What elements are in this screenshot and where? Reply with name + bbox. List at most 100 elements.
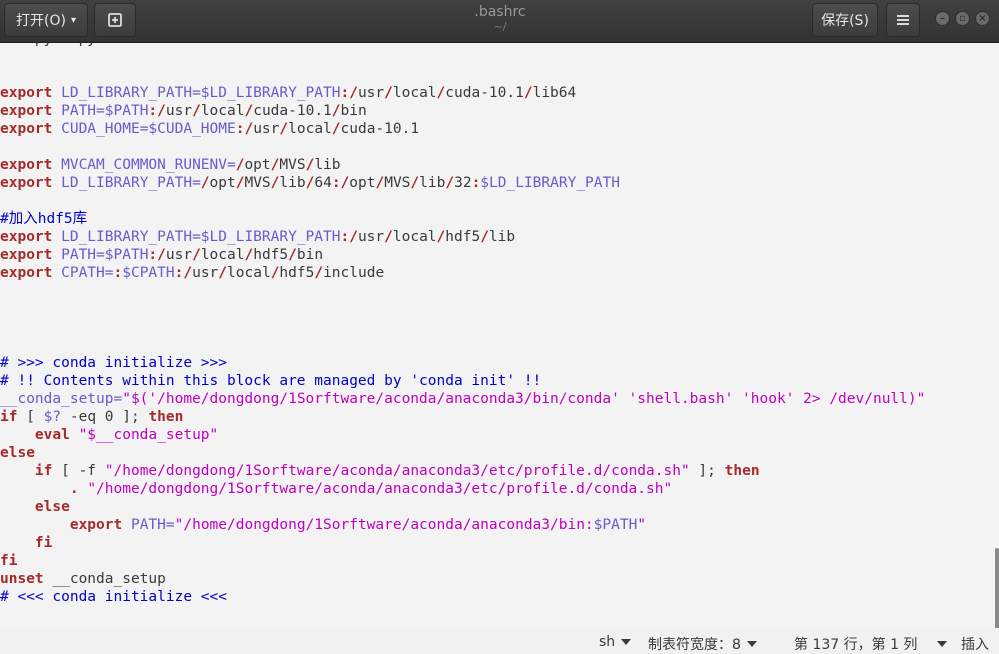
hamburger-icon xyxy=(897,15,909,25)
chevron-down-icon xyxy=(937,641,948,647)
code-token: #加入hdf5库 xyxy=(0,211,88,227)
code-token: :/ xyxy=(174,265,193,281)
code-token: "/home/dongdong/1Sorftware/aconda/anacon… xyxy=(174,517,594,533)
code-token: lib xyxy=(314,157,341,173)
close-icon[interactable]: × xyxy=(975,11,990,26)
code-token: export xyxy=(0,157,53,173)
code-token: :/ xyxy=(148,247,166,263)
code-token: usr xyxy=(165,247,193,263)
code-line: export LD_LIBRARY_PATH=/opt/MVS/lib/64:/… xyxy=(0,174,925,192)
code-line: #加入hdf5库 xyxy=(0,210,925,228)
code-token: $PATH xyxy=(593,517,638,533)
text-editor-area[interactable]: py pyexport LD_LIBRARY_PATH=$LD_LIBRARY_… xyxy=(0,43,999,628)
insert-mode-indicator[interactable]: 插入 xyxy=(961,634,989,654)
code-token: . xyxy=(69,481,79,497)
code-token: [ -f xyxy=(52,463,105,479)
code-token: "/home/dongdong/1Sorftware/aconda/anacon… xyxy=(87,481,673,497)
code-token: LD_LIBRARY_PATH=$LD_LIBRARY_PATH xyxy=(52,85,341,101)
code-token: else xyxy=(0,445,35,461)
new-document-icon xyxy=(108,13,122,27)
code-token: $CPATH xyxy=(122,265,175,281)
open-button[interactable]: 打开(O) ▾ xyxy=(4,3,88,37)
code-token: / xyxy=(375,175,385,191)
save-button[interactable]: 保存(S) xyxy=(812,3,878,37)
code-token: / xyxy=(436,85,446,101)
code-view: py pyexport LD_LIBRARY_PATH=$LD_LIBRARY_… xyxy=(0,43,925,606)
code-token: / xyxy=(410,175,420,191)
maximize-icon[interactable]: ▫ xyxy=(955,11,970,26)
code-token: MVS xyxy=(279,157,306,173)
tab-width-label: 制表符宽度：8 xyxy=(648,637,741,653)
code-token: hdf5 xyxy=(253,247,289,263)
code-token: include xyxy=(323,265,385,281)
code-token: __conda_setup= xyxy=(0,391,123,407)
code-token: # <<< conda initialize <<< xyxy=(0,589,227,605)
code-token: usr xyxy=(357,85,385,101)
code-token: [ xyxy=(17,409,44,425)
code-token: : xyxy=(471,175,481,191)
code-token: MVCAM_COMMON_RUNENV= xyxy=(52,157,236,173)
code-line: # <<< conda initialize <<< xyxy=(0,588,925,606)
code-token: hdf5 xyxy=(445,229,481,245)
hamburger-menu-button[interactable] xyxy=(886,3,920,37)
code-token: / xyxy=(279,121,289,137)
code-line: eval "$__conda_setup" xyxy=(0,426,925,444)
cursor-position-selector[interactable]: 第 137 行，第 1 列 xyxy=(794,634,948,654)
chevron-down-icon: ▾ xyxy=(70,14,76,26)
code-token: / xyxy=(384,229,393,245)
code-token: / xyxy=(244,103,254,119)
insert-mode-label: 插入 xyxy=(961,637,989,653)
code-token: local xyxy=(392,85,437,101)
code-token: PATH=$PATH xyxy=(52,103,149,119)
status-bar: sh 制表符宽度：8 第 137 行，第 1 列 插入 xyxy=(0,628,999,653)
code-token: bin xyxy=(296,247,324,263)
code-token: export xyxy=(0,265,53,281)
code-token: / xyxy=(314,265,324,281)
code-token: / xyxy=(192,103,201,119)
code-token: fi xyxy=(0,553,18,569)
code-token: / xyxy=(200,175,210,191)
code-token: cuda-10.1 xyxy=(445,85,524,101)
code-token: # !! Contents within this block are mana… xyxy=(0,373,542,389)
code-token: hdf5 xyxy=(279,265,315,281)
code-token: export xyxy=(0,121,53,137)
code-token: / xyxy=(218,265,228,281)
code-token: export xyxy=(69,517,123,533)
tab-width-selector[interactable]: 制表符宽度：8 xyxy=(648,634,757,654)
code-token: fi xyxy=(34,535,53,551)
vertical-scrollbar[interactable] xyxy=(995,548,999,628)
code-token: local xyxy=(288,121,332,137)
minimize-icon[interactable]: – xyxy=(935,11,950,26)
code-token: -eq 0 ] xyxy=(61,409,131,425)
code-token: MVS xyxy=(384,175,411,191)
code-token: else xyxy=(34,499,70,515)
code-token: :/ xyxy=(148,103,166,119)
code-token: CUDA_HOME=$CUDA_HOME xyxy=(52,121,236,137)
window-title: .bashrc xyxy=(474,4,526,20)
code-line: else xyxy=(0,444,925,462)
code-token: usr xyxy=(192,265,219,281)
code-token: cuda-10.1 xyxy=(340,121,420,137)
code-token: / xyxy=(445,175,455,191)
window-title-block: .bashrc ~/ xyxy=(350,4,650,33)
code-token: :/ xyxy=(235,121,254,137)
code-token: / xyxy=(288,247,297,263)
new-document-button[interactable] xyxy=(94,3,136,37)
language-label: sh xyxy=(599,634,616,650)
window-subtitle: ~/ xyxy=(493,20,507,33)
code-token: / xyxy=(331,121,341,137)
code-token: / xyxy=(331,103,341,119)
code-line: export CPATH=:$CPATH:/usr/local/hdf5/inc… xyxy=(0,264,925,282)
language-selector[interactable]: sh xyxy=(599,634,632,650)
code-token: "/home/dongdong/1Sorftware/aconda/anacon… xyxy=(104,463,690,479)
code-token: PATH= xyxy=(122,517,175,533)
code-line: fi xyxy=(0,534,925,552)
code-line: # !! Contents within this block are mana… xyxy=(0,372,925,390)
